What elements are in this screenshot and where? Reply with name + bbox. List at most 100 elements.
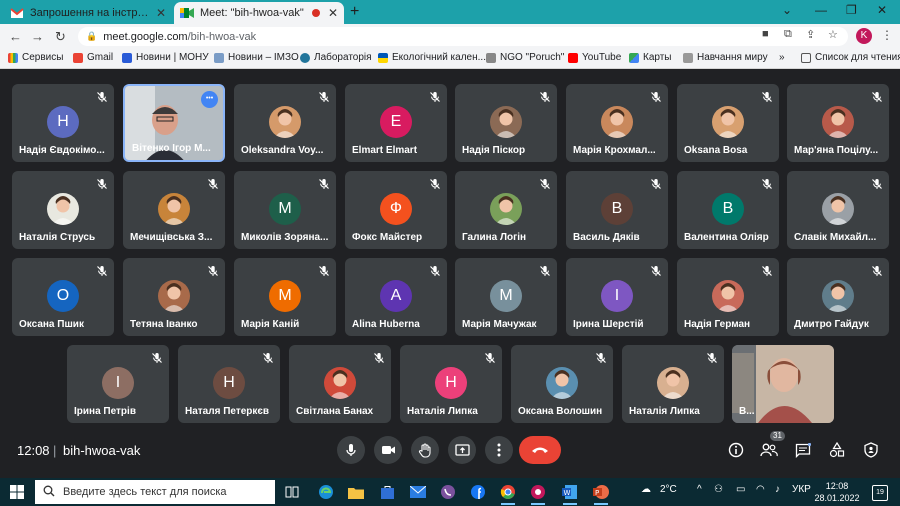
participant-photo xyxy=(712,106,744,138)
taskbar-clock[interactable]: 12:08 28.01.2022 xyxy=(812,480,862,504)
file-explorer-icon[interactable] xyxy=(347,483,365,501)
profile-avatar[interactable]: K xyxy=(856,28,872,44)
reading-list-button[interactable]: Список для чтения xyxy=(801,52,900,63)
taskbar-search-input[interactable]: Введите здесь текст для поиска xyxy=(35,480,275,504)
participant-tile[interactable]: М Марія Мачужак xyxy=(455,258,557,336)
word-icon[interactable]: W xyxy=(561,483,579,505)
more-bookmarks-button[interactable]: » xyxy=(779,52,785,63)
participant-tile[interactable]: E Elmart Elmart xyxy=(345,84,447,162)
forward-icon[interactable]: → xyxy=(31,29,44,44)
end-call-button[interactable] xyxy=(519,436,561,464)
participant-tile[interactable]: Мечищівська З... xyxy=(123,171,225,249)
new-tab-button[interactable]: + xyxy=(350,3,359,21)
tray-chevron-icon[interactable]: ^ xyxy=(697,484,702,495)
wifi-icon[interactable]: ◠ xyxy=(756,484,765,495)
participant-tile[interactable]: Надія Піскор xyxy=(455,84,557,162)
microphone-button[interactable] xyxy=(337,436,365,464)
gmail-icon xyxy=(10,6,24,20)
bookmark-mon[interactable]: Новини | МОНУ xyxy=(122,52,209,63)
bookmark-ngo[interactable]: NGO "Poruch" xyxy=(486,52,564,63)
close-icon[interactable]: ✕ xyxy=(156,6,166,20)
bookmark-imzo[interactable]: Новини – ІМЗО xyxy=(214,52,299,63)
people-tray-icon[interactable]: ⚇ xyxy=(714,484,723,495)
people-button[interactable] xyxy=(760,441,778,459)
participant-tile[interactable]: Марія Крохмал... xyxy=(566,84,668,162)
mail-icon[interactable] xyxy=(409,483,427,501)
notification-center-icon[interactable]: 19 xyxy=(872,485,888,501)
participant-tile[interactable]: Оксана Волошин xyxy=(511,345,613,423)
participant-tile[interactable]: М Марія Каній xyxy=(234,258,336,336)
participant-tile[interactable]: Н Наталія Липка xyxy=(400,345,502,423)
viber-icon[interactable] xyxy=(439,483,457,501)
tab-search-icon[interactable]: ⌄ xyxy=(782,3,792,17)
bookmark-star-icon[interactable]: ☆ xyxy=(828,28,838,41)
bookmark-peace[interactable]: Навчання миру xyxy=(683,52,768,63)
bookmark-eco[interactable]: Екологічний кален... xyxy=(378,52,486,63)
participant-tile[interactable]: М Миколів Зоряна... xyxy=(234,171,336,249)
camera-button[interactable] xyxy=(374,436,402,464)
bookmark-maps[interactable]: Карты xyxy=(629,52,672,63)
host-controls-button[interactable] xyxy=(862,441,880,459)
window-close-icon[interactable]: ✕ xyxy=(877,3,887,17)
minimize-icon[interactable]: — xyxy=(815,3,827,17)
bookmark-lab[interactable]: Лабораторія xyxy=(300,52,372,63)
task-view-icon[interactable] xyxy=(283,483,301,501)
weather-icon[interactable]: ☁ xyxy=(641,484,651,495)
raise-hand-button[interactable] xyxy=(411,436,439,464)
participant-tile[interactable]: A Alina Huberna xyxy=(345,258,447,336)
restore-icon[interactable]: ❐ xyxy=(846,3,857,17)
chat-button[interactable] xyxy=(794,441,812,459)
bookmark-services[interactable]: Сервисы xyxy=(8,52,63,63)
windows-start-icon[interactable] xyxy=(10,485,24,504)
reload-icon[interactable]: ↻ xyxy=(55,29,66,45)
browser-menu-icon[interactable]: ⋮ xyxy=(881,28,893,42)
participant-tile[interactable]: В... xyxy=(732,345,834,423)
participant-tile[interactable]: Надія Герман xyxy=(677,258,779,336)
chrome-profile-icon[interactable] xyxy=(529,483,547,505)
back-icon[interactable]: ← xyxy=(9,29,22,44)
participant-tile[interactable]: І Ірина Шерстій xyxy=(566,258,668,336)
participant-tile[interactable]: Світлана Банах xyxy=(289,345,391,423)
camera-icon[interactable]: ■ xyxy=(762,28,769,40)
participant-tile[interactable]: Наталія Струсь xyxy=(12,171,114,249)
participant-tile[interactable]: Н Надія Євдокімо... xyxy=(12,84,114,162)
participant-tile[interactable]: Дмитро Гайдук xyxy=(787,258,889,336)
participant-tile[interactable]: Oksana Bosa xyxy=(677,84,779,162)
share-icon[interactable]: ⇪ xyxy=(806,28,815,41)
participant-tile[interactable]: Н Наталя Петеркєв xyxy=(178,345,280,423)
participant-tile[interactable]: ••• Вітенко Ігор М... xyxy=(123,84,225,162)
edge-icon[interactable] xyxy=(317,483,335,501)
participant-tile[interactable]: В Василь Дяків xyxy=(566,171,668,249)
volume-icon[interactable]: ♪ xyxy=(775,484,780,495)
tile-options-icon[interactable]: ••• xyxy=(201,91,218,108)
url-field[interactable]: 🔒 meet.google.com/bih-hwoa-vak xyxy=(78,27,848,46)
language-indicator[interactable]: УКР xyxy=(792,484,811,495)
participant-tile[interactable]: Галина Логін xyxy=(455,171,557,249)
participant-tile[interactable]: І Ірина Петрів xyxy=(67,345,169,423)
close-icon[interactable]: ✕ xyxy=(328,6,338,20)
participant-tile[interactable]: Ф Фокс Майстер xyxy=(345,171,447,249)
present-button[interactable] xyxy=(448,436,476,464)
mic-off-icon xyxy=(318,177,330,189)
participant-tile[interactable]: Мар'яна Поцілу... xyxy=(787,84,889,162)
tab-meet[interactable]: Meet: "bih-hwoa-vak" ✕ xyxy=(174,2,344,24)
translate-icon[interactable]: ⧉ xyxy=(784,28,792,41)
participant-tile[interactable]: Тетяна Іванко xyxy=(123,258,225,336)
facebook-icon[interactable] xyxy=(469,483,487,501)
participant-tile[interactable]: Славік Михайл... xyxy=(787,171,889,249)
mic-off-icon xyxy=(650,177,662,189)
participant-tile[interactable]: Oleksandra Voy... xyxy=(234,84,336,162)
meeting-details-button[interactable] xyxy=(727,441,745,459)
bookmark-youtube[interactable]: YouTube xyxy=(568,52,621,63)
participant-tile[interactable]: В Валентина Оліяр xyxy=(677,171,779,249)
more-options-button[interactable] xyxy=(485,436,513,464)
participant-tile[interactable]: Наталія Липка xyxy=(622,345,724,423)
store-icon[interactable] xyxy=(378,483,396,501)
participant-tile[interactable]: О Оксана Пшик xyxy=(12,258,114,336)
activities-button[interactable] xyxy=(828,441,846,459)
battery-icon[interactable]: ▭ xyxy=(736,484,745,495)
powerpoint-icon[interactable]: P xyxy=(592,483,610,505)
bookmark-gmail[interactable]: Gmail xyxy=(73,52,113,63)
chrome-icon[interactable] xyxy=(499,483,517,505)
tab-gmail[interactable]: Запрошення на інструктивно-м ✕ xyxy=(4,2,172,24)
